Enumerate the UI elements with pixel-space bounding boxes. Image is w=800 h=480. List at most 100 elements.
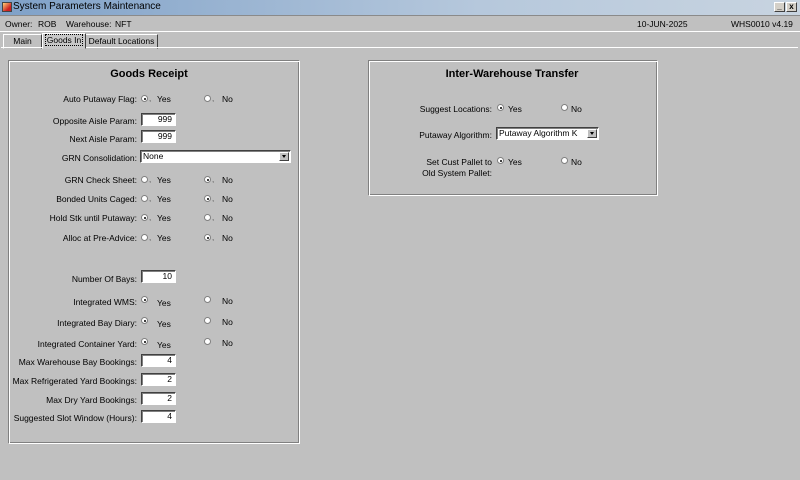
alloc-pre-advice-no-radio[interactable] (204, 234, 211, 241)
radio-separator: , (149, 233, 152, 242)
auto-putaway-yes-label: Yes (157, 94, 171, 104)
goods-receipt-heading: Goods Receipt (110, 68, 188, 80)
hold-stk-no-radio[interactable] (204, 214, 211, 221)
max-warehouse-bay-field[interactable]: 4 (141, 354, 176, 367)
suggest-locations-no-radio[interactable] (561, 104, 568, 111)
opposite-aisle-label: Opposite Aisle Param: (52, 116, 137, 126)
integrated-container-yard-yes-label: Yes (157, 340, 171, 350)
integrated-bay-diary-no-label: No (222, 317, 233, 327)
radio-separator: , (149, 175, 152, 184)
integrated-bay-diary-yes-label: Yes (157, 319, 171, 329)
radio-separator: , (212, 94, 215, 103)
opposite-aisle-field[interactable]: 999 (141, 113, 176, 126)
close-button[interactable]: x (786, 2, 797, 12)
integrated-wms-yes-label: Yes (157, 298, 171, 308)
bonded-units-no-label: No (222, 194, 233, 204)
set-cust-pallet-yes-label: Yes (508, 157, 522, 167)
bonded-units-yes-radio[interactable] (141, 195, 148, 202)
integrated-bay-diary-no-radio[interactable] (204, 317, 211, 324)
integrated-bay-diary-yes-radio[interactable] (141, 317, 148, 324)
minimize-icon: _ (777, 2, 782, 11)
owner-label: Owner: (5, 19, 33, 29)
integrated-bay-diary-label: Integrated Bay Diary: (57, 318, 137, 328)
next-aisle-field[interactable]: 999 (141, 130, 176, 143)
integrated-container-yard-label: Integrated Container Yard: (37, 339, 137, 349)
grn-check-sheet-no-radio[interactable] (204, 176, 211, 183)
radio-separator: , (212, 233, 215, 242)
suggested-slot-window-field[interactable]: 4 (141, 410, 176, 423)
number-of-bays-field[interactable]: 10 (141, 270, 176, 283)
max-dry-yard-label: Max Dry Yard Bookings: (46, 395, 137, 405)
putaway-algorithm-value: Putaway Algorithm K (499, 128, 578, 138)
integrated-container-yard-no-label: No (222, 338, 233, 348)
tab-content-border (1, 47, 798, 48)
putaway-algorithm-select[interactable]: Putaway Algorithm K (496, 127, 599, 140)
grn-consolidation-label: GRN Consolidation: (61, 153, 137, 163)
grn-check-sheet-yes-label: Yes (157, 175, 171, 185)
version-display: WHS0010 v4.19 (731, 19, 793, 29)
grn-check-sheet-no-label: No (222, 175, 233, 185)
set-cust-pallet-no-radio[interactable] (561, 157, 568, 164)
radio-separator: , (149, 194, 152, 203)
grn-check-sheet-yes-radio[interactable] (141, 176, 148, 183)
grn-consolidation-value: None (143, 151, 164, 161)
auto-putaway-no-label: No (222, 94, 233, 104)
warehouse-label: Warehouse: (66, 19, 112, 29)
minimize-button[interactable]: _ (774, 2, 785, 12)
close-icon: x (789, 2, 794, 11)
suggest-locations-yes-radio[interactable] (497, 104, 504, 111)
title-bar: System Parameters Maintenance _ x (0, 0, 800, 16)
alloc-pre-advice-no-label: No (222, 233, 233, 243)
alloc-pre-advice-yes-radio[interactable] (141, 234, 148, 241)
next-aisle-label: Next Aisle Param: (69, 134, 137, 144)
set-cust-pallet-label-line2: Old System Pallet: (422, 168, 492, 178)
tab-goods-in[interactable]: Goods In (42, 33, 86, 49)
date-display: 10-JUN-2025 (637, 19, 688, 29)
dropdown-arrow-icon[interactable] (279, 152, 289, 161)
integrated-container-yard-no-radio[interactable] (204, 338, 211, 345)
set-cust-pallet-yes-radio[interactable] (497, 157, 504, 164)
set-cust-pallet-no-label: No (571, 157, 582, 167)
integrated-wms-no-radio[interactable] (204, 296, 211, 303)
radio-separator: , (149, 213, 152, 222)
radio-separator: , (212, 213, 215, 222)
number-of-bays-label: Number Of Bays: (71, 274, 137, 284)
hold-stk-yes-label: Yes (157, 213, 171, 223)
suggested-slot-window-label: Suggested Slot Window (Hours): (13, 413, 137, 423)
radio-separator: , (212, 175, 215, 184)
bonded-units-no-radio[interactable] (204, 195, 211, 202)
putaway-algorithm-label: Putaway Algorithm: (419, 130, 492, 140)
auto-putaway-no-radio[interactable] (204, 95, 211, 102)
tab-default-locations-label: Default Locations (88, 36, 155, 46)
suggest-locations-label: Suggest Locations: (419, 104, 492, 114)
suggest-locations-yes-label: Yes (508, 104, 522, 114)
dropdown-arrow-icon[interactable] (587, 129, 597, 138)
max-refrigerated-yard-label: Max Refrigerated Yard Bookings: (12, 376, 137, 386)
integrated-wms-yes-radio[interactable] (141, 296, 148, 303)
auto-putaway-yes-radio[interactable] (141, 95, 148, 102)
owner-value: ROB (38, 19, 57, 29)
bonded-units-yes-label: Yes (157, 194, 171, 204)
alloc-pre-advice-yes-label: Yes (157, 233, 171, 243)
tab-main-label: Main (13, 36, 32, 46)
set-cust-pallet-label-line1: Set Cust Pallet to (426, 157, 492, 167)
app-icon (2, 2, 12, 12)
inter-warehouse-heading: Inter-Warehouse Transfer (445, 68, 579, 80)
integrated-container-yard-yes-radio[interactable] (141, 338, 148, 345)
radio-separator: , (149, 94, 152, 103)
info-bar: Owner: ROB Warehouse: NFT 10-JUN-2025 WH… (0, 16, 800, 32)
bonded-units-label: Bonded Units Caged: (56, 194, 137, 204)
hold-stk-yes-radio[interactable] (141, 214, 148, 221)
integrated-wms-label: Integrated WMS: (73, 297, 137, 307)
radio-separator: , (212, 194, 215, 203)
hold-stk-label: Hold Stk until Putaway: (49, 213, 137, 223)
hold-stk-no-label: No (222, 213, 233, 223)
warehouse-value: NFT (115, 19, 132, 29)
suggest-locations-no-label: No (571, 104, 582, 114)
tab-goods-in-label: Goods In (44, 34, 84, 46)
max-dry-yard-field[interactable]: 2 (141, 392, 176, 405)
alloc-pre-advice-label: Alloc at Pre-Advice: (62, 233, 137, 243)
max-refrigerated-yard-field[interactable]: 2 (141, 373, 176, 386)
grn-consolidation-select[interactable]: None (140, 150, 291, 163)
grn-check-sheet-label: GRN Check Sheet: (64, 175, 137, 185)
